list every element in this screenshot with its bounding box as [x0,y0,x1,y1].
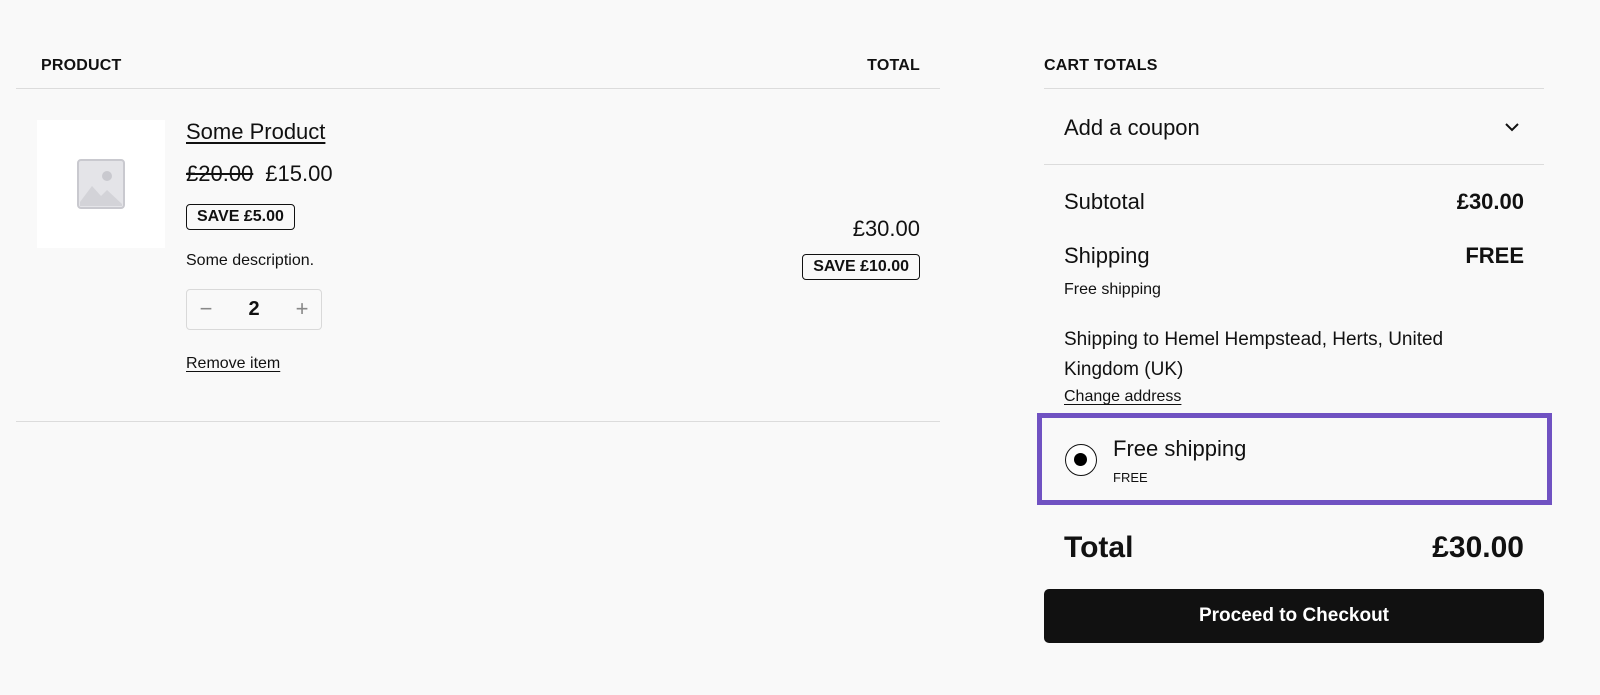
subtotal-value: £30.00 [1456,189,1524,214]
cart-totals-heading: CART TOTALS [1044,57,1158,74]
change-address-link[interactable]: Change address [1064,388,1181,406]
cart-items-table: PRODUCT TOTAL Some Product £20.00 £15.00… [16,0,940,422]
line-save-badge: SAVE £10.00 [802,254,920,280]
cart-table-header: PRODUCT TOTAL [16,0,940,89]
item-save-badge: SAVE £5.00 [186,204,295,230]
remove-item-link[interactable]: Remove item [186,355,280,373]
shipping-method-text: Free shipping [1064,281,1161,298]
shipping-option-label: Free shipping [1113,436,1247,461]
subtotal-row: Subtotal £30.00 [1064,189,1524,215]
product-description: Some description. [186,252,315,269]
column-header-total: TOTAL [867,57,920,74]
line-total-price: £30.00 [852,216,920,241]
product-details: Some Product £20.00 £15.00 SAVE £5.00 So… [186,119,333,373]
shipping-value: FREE [1465,243,1524,268]
chevron-down-icon [1505,123,1519,132]
quantity-stepper: − 2 + [186,289,322,330]
cart-totals-header: CART TOTALS [1044,0,1544,89]
subtotal-label: Subtotal [1064,189,1145,214]
product-thumbnail[interactable] [37,120,165,248]
total-value: £30.00 [1432,531,1524,564]
sale-price: £15.00 [265,161,333,186]
proceed-to-checkout-button[interactable]: Proceed to Checkout [1044,589,1544,643]
add-coupon-toggle[interactable]: Add a coupon [1044,89,1544,165]
cart-totals-panel: CART TOTALS Add a coupon Subtotal £30.00… [1037,0,1552,643]
shipping-row: Shipping FREE [1064,243,1524,269]
shipping-destination: Shipping to Hemel Hempstead, Herts, Unit… [1064,329,1444,380]
product-name-link[interactable]: Some Product [186,119,325,145]
total-label: Total [1064,531,1134,564]
shipping-option-radio[interactable] [1065,444,1097,476]
shipping-option-free[interactable]: Free shipping FREE [1037,413,1552,505]
shipping-option-price: FREE [1113,470,1148,485]
regular-price: £20.00 [186,161,254,186]
increase-quantity-button[interactable]: + [290,297,314,321]
product-prices: £20.00 £15.00 [186,161,333,187]
column-header-product: PRODUCT [41,57,122,74]
cart-item-row: Some Product £20.00 £15.00 SAVE £5.00 So… [16,89,940,422]
order-total-row: Total £30.00 [1064,531,1524,565]
shipping-label: Shipping [1064,243,1150,268]
coupon-label: Add a coupon [1064,115,1200,140]
image-placeholder-icon [77,159,125,209]
